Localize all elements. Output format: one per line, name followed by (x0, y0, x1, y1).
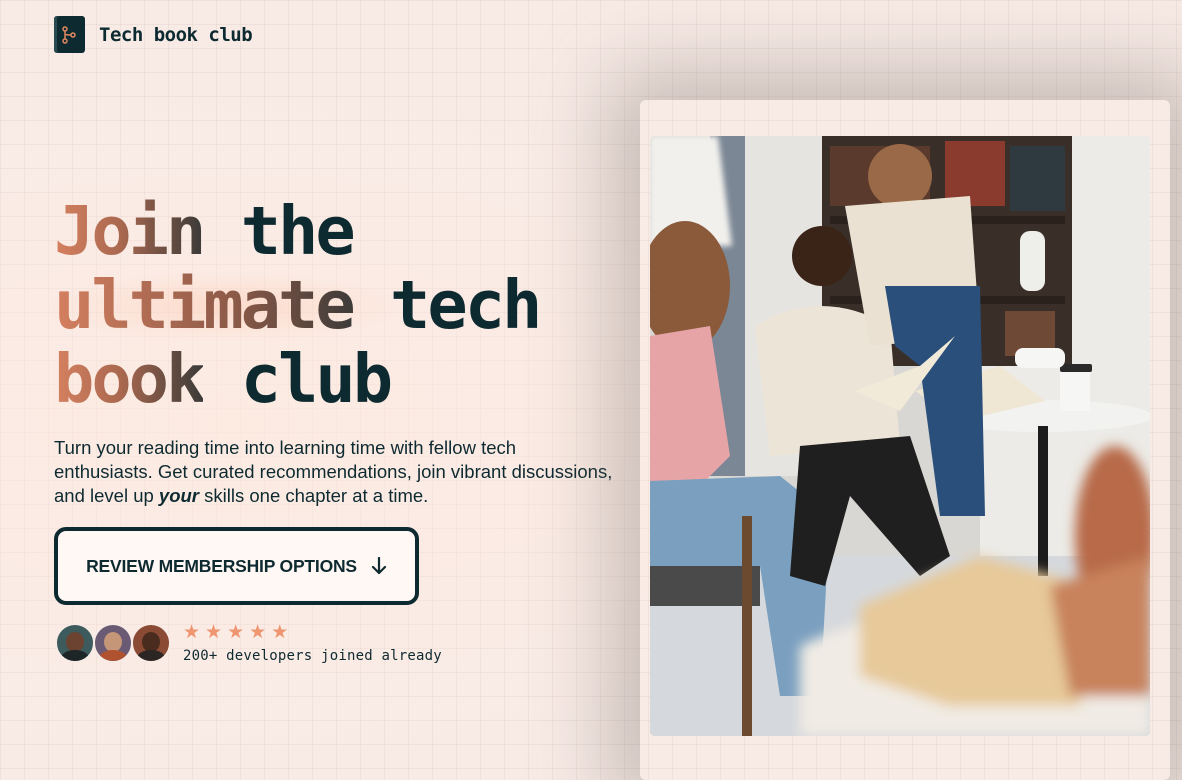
avatar-face (142, 631, 160, 652)
avatar-body (137, 649, 165, 661)
headline-line-2: ultimate tech (44, 266, 654, 344)
social-proof: ★ ★ ★ ★ ★ 200+ developers joined already (55, 621, 442, 664)
book-club-illustration (650, 136, 1150, 736)
logo[interactable] (54, 16, 85, 53)
headline-word: tech (390, 266, 542, 344)
description-text-end: skills one chapter at a time. (199, 485, 429, 506)
avatar-body (61, 649, 89, 661)
avatar (131, 622, 171, 663)
star-icon: ★ (183, 622, 201, 643)
arrow-down-icon (371, 557, 387, 575)
hero-headline: Join the ultimate tech book club (44, 194, 654, 416)
description-emphasis: your (158, 485, 200, 506)
headline-word: the (240, 192, 356, 270)
headline-line-3: book club (54, 342, 654, 416)
cta-label: REVIEW MEMBERSHIP OPTIONS (86, 555, 357, 576)
avatar-body (99, 649, 127, 661)
star-icon: ★ (271, 622, 289, 643)
star-rating: ★ ★ ★ ★ ★ (183, 623, 442, 642)
headline-accent-word: book (54, 340, 206, 418)
star-icon: ★ (227, 622, 245, 643)
avatar-face (104, 631, 122, 652)
member-avatars (55, 622, 171, 663)
brand-name[interactable]: Tech book club (99, 24, 253, 46)
star-icon: ★ (249, 622, 267, 643)
headline-line-1: Join the (54, 194, 654, 268)
headline-accent-word: ultimate (44, 266, 404, 344)
avatar (93, 622, 133, 663)
review-membership-button[interactable]: REVIEW MEMBERSHIP OPTIONS (54, 527, 419, 605)
headline-accent-text: ultimate (54, 266, 353, 344)
avatar (55, 622, 95, 663)
book-club-photo (650, 136, 1150, 736)
site-header: Tech book club (54, 16, 253, 53)
star-icon: ★ (205, 622, 223, 643)
headline-word: club (240, 340, 393, 418)
rating: ★ ★ ★ ★ ★ 200+ developers joined already (183, 621, 442, 664)
headline-accent-word: Join (54, 192, 206, 270)
joined-count: 200+ developers joined already (183, 648, 442, 664)
avatar-face (66, 631, 84, 652)
hero-description: Turn your reading time into learning tim… (54, 436, 614, 508)
book-branch-icon (62, 26, 76, 44)
